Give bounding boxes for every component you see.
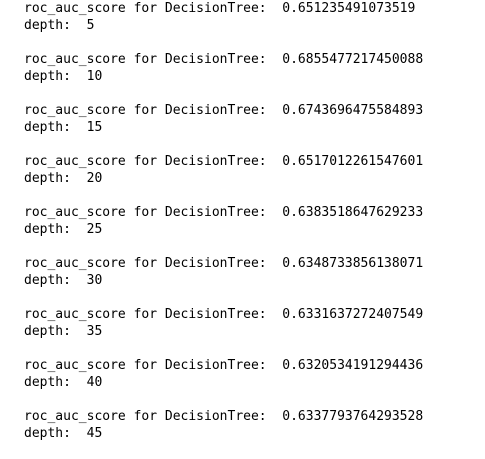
score-line: roc_auc_score for DecisionTree: 0.632053… xyxy=(24,358,424,373)
result-entry: roc_auc_score for DecisionTree: 0.634873… xyxy=(24,255,479,306)
depth-line: depth: 25 xyxy=(24,222,103,237)
score-line: roc_auc_score for DecisionTree: 0.633163… xyxy=(24,307,424,322)
depth-line: depth: 15 xyxy=(24,120,103,135)
result-entry: roc_auc_score for DecisionTree: 0.633779… xyxy=(24,408,479,459)
depth-line: depth: 40 xyxy=(24,375,103,390)
console-output: roc_auc_score for DecisionTree: 0.651235… xyxy=(24,0,479,459)
result-entry: roc_auc_score for DecisionTree: 0.633163… xyxy=(24,306,479,357)
result-entry: roc_auc_score for DecisionTree: 0.632053… xyxy=(24,357,479,408)
result-entry: roc_auc_score for DecisionTree: 0.651235… xyxy=(24,0,479,51)
score-line: roc_auc_score for DecisionTree: 0.638351… xyxy=(24,205,424,220)
score-line: roc_auc_score for DecisionTree: 0.651701… xyxy=(24,154,424,169)
depth-line: depth: 5 xyxy=(24,18,95,33)
result-entry: roc_auc_score for DecisionTree: 0.674369… xyxy=(24,102,479,153)
depth-line: depth: 45 xyxy=(24,426,103,441)
result-entry: roc_auc_score for DecisionTree: 0.638351… xyxy=(24,204,479,255)
depth-line: depth: 10 xyxy=(24,69,103,84)
score-line: roc_auc_score for DecisionTree: 0.651235… xyxy=(24,1,416,16)
score-line: roc_auc_score for DecisionTree: 0.634873… xyxy=(24,256,424,271)
depth-line: depth: 20 xyxy=(24,171,103,186)
result-entry: roc_auc_score for DecisionTree: 0.651701… xyxy=(24,153,479,204)
depth-line: depth: 30 xyxy=(24,273,103,288)
score-line: roc_auc_score for DecisionTree: 0.633779… xyxy=(24,409,424,424)
score-line: roc_auc_score for DecisionTree: 0.685547… xyxy=(24,52,424,67)
score-line: roc_auc_score for DecisionTree: 0.674369… xyxy=(24,103,424,118)
result-entry: roc_auc_score for DecisionTree: 0.685547… xyxy=(24,51,479,102)
depth-line: depth: 35 xyxy=(24,324,103,339)
